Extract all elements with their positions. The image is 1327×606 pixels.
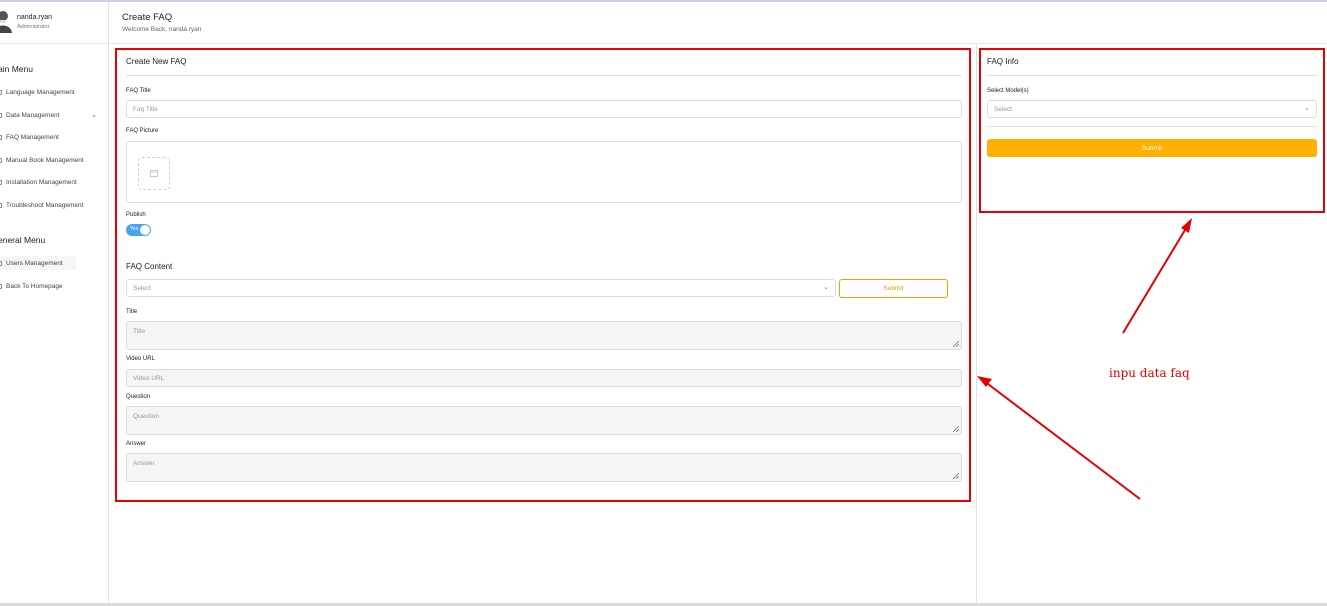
- annotation-text: inpu data faq: [1109, 366, 1190, 380]
- arrow-to-info-card: [1122, 224, 1189, 334]
- arrow-head: [1181, 218, 1192, 233]
- arrow-to-form-card: [983, 380, 1141, 500]
- annotation-arrows: [977, 218, 1192, 500]
